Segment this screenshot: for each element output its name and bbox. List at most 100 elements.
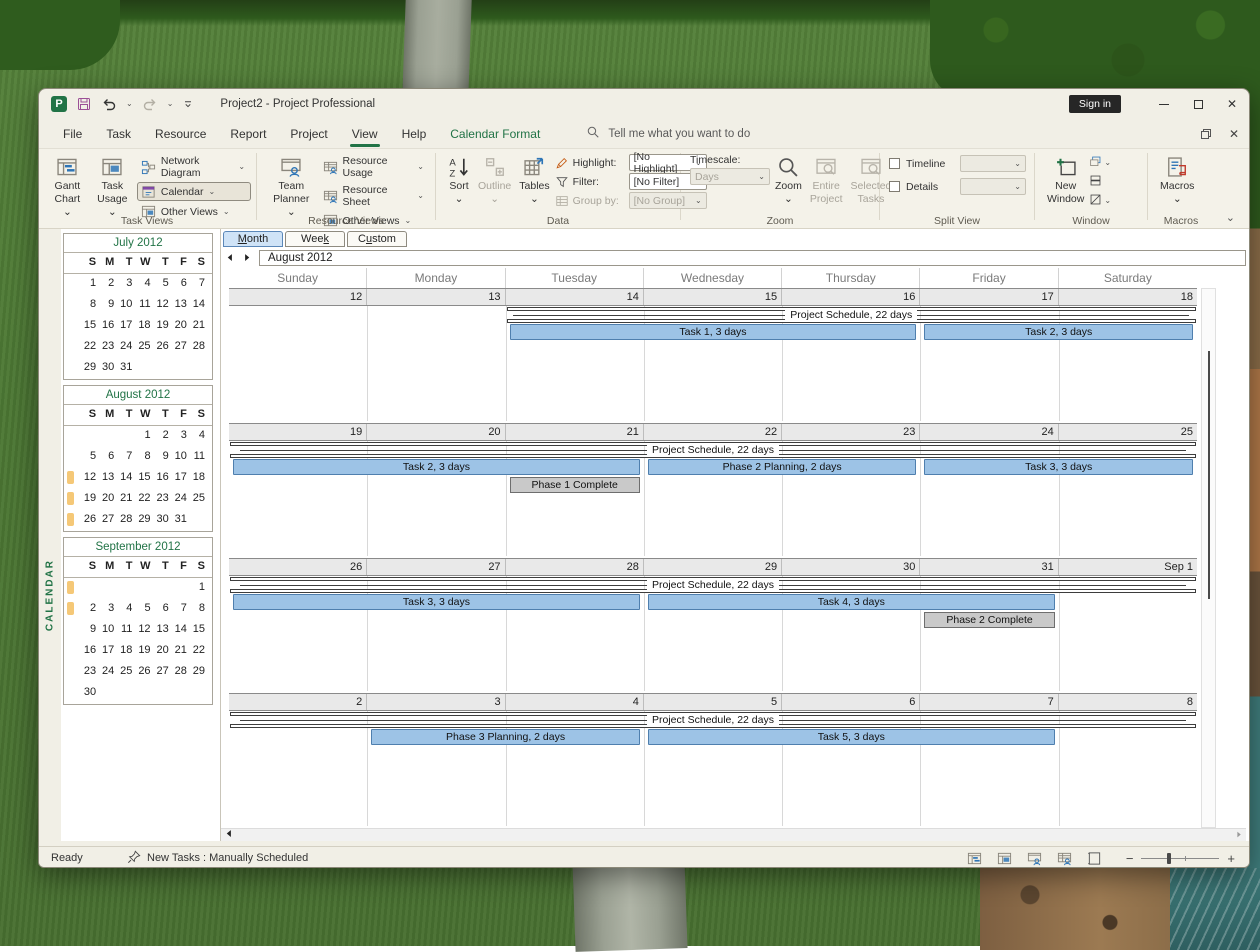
mini-calendar-day[interactable]: 7 xyxy=(114,447,132,466)
sheet-view-button[interactable] xyxy=(1050,851,1080,866)
mini-calendar-day[interactable]: 21 xyxy=(169,641,187,660)
switch-windows-icon[interactable] xyxy=(1089,155,1102,171)
gantt-view-button[interactable] xyxy=(960,851,990,866)
mini-calendar-day[interactable]: 12 xyxy=(132,620,150,639)
mini-calendar-day[interactable]: 30 xyxy=(151,510,169,529)
milestone-bar-phase-2-complete[interactable]: Phase 2 Complete xyxy=(924,612,1054,628)
mini-calendar-day[interactable]: 2 xyxy=(151,426,169,445)
resource-usage-button[interactable]: Resource Usage⌄ xyxy=(319,153,430,181)
zoom-slider-thumb[interactable] xyxy=(1167,853,1171,864)
mini-calendar-day[interactable]: 26 xyxy=(132,662,150,681)
mini-calendar-day[interactable]: 28 xyxy=(114,510,132,529)
menu-tab-help[interactable]: Help xyxy=(390,119,439,149)
mini-calendar-day[interactable]: 21 xyxy=(114,489,132,508)
summary-bar-project-schedule-22-days[interactable]: Project Schedule, 22 days xyxy=(230,577,1196,593)
zoom-button[interactable]: Zoom⌄ xyxy=(772,152,805,208)
scope-tab-month[interactable]: Month xyxy=(223,231,283,247)
mini-calendar-day[interactable]: 20 xyxy=(151,641,169,660)
mini-calendar-day[interactable]: 2 xyxy=(78,599,96,618)
mini-calendar-day[interactable]: 14 xyxy=(114,468,132,487)
mini-calendar-day[interactable]: 12 xyxy=(151,295,169,314)
next-month-button[interactable] xyxy=(239,250,253,265)
menu-tab-view[interactable]: View xyxy=(340,119,390,149)
task-bar-task-3-3-days[interactable]: Task 3, 3 days xyxy=(233,594,640,610)
redo-dropdown-icon[interactable]: ⌄ xyxy=(167,100,174,108)
network-diagram-button[interactable]: Network Diagram⌄ xyxy=(137,153,251,181)
previous-month-button[interactable] xyxy=(223,250,237,265)
mini-calendar-day[interactable]: 29 xyxy=(132,510,150,529)
minimize-button[interactable] xyxy=(1147,89,1181,119)
scroll-right-icon[interactable] xyxy=(1234,828,1243,842)
usage-view-button[interactable] xyxy=(990,851,1020,866)
mini-calendar-day[interactable]: 22 xyxy=(78,337,96,356)
sort-button[interactable]: AZSort⌄ xyxy=(445,152,473,208)
mini-calendar-day[interactable]: 15 xyxy=(132,468,150,487)
mini-calendar-day[interactable]: 24 xyxy=(114,337,132,356)
mini-calendar-day[interactable]: 17 xyxy=(114,316,132,335)
mini-calendar-day[interactable]: 26 xyxy=(78,510,96,529)
mini-calendar-day[interactable]: 9 xyxy=(151,447,169,466)
milestone-bar-phase-1-complete[interactable]: Phase 1 Complete xyxy=(510,477,640,493)
undo-dropdown-icon[interactable]: ⌄ xyxy=(126,100,133,108)
mini-calendar-day[interactable]: 5 xyxy=(151,274,169,293)
menu-tab-project[interactable]: Project xyxy=(278,119,339,149)
mini-calendar-day[interactable]: 14 xyxy=(169,620,187,639)
mini-calendar-day[interactable]: 6 xyxy=(151,599,169,618)
close-document-icon[interactable]: ✕ xyxy=(1229,128,1239,140)
mini-calendar-day[interactable]: 23 xyxy=(96,337,114,356)
mini-calendar-day[interactable]: 13 xyxy=(96,468,114,487)
mini-calendar-day[interactable]: 6 xyxy=(169,274,187,293)
mini-calendar-day[interactable]: 31 xyxy=(114,358,132,377)
vertical-scrollbar[interactable] xyxy=(1201,288,1216,828)
mini-calendar-day[interactable]: 31 xyxy=(169,510,187,529)
mini-calendar-day[interactable]: 12 xyxy=(78,468,96,487)
hide-window-icon[interactable] xyxy=(1089,193,1102,209)
menu-tab-resource[interactable]: Resource xyxy=(143,119,218,149)
zoom-slider[interactable]: − + xyxy=(1126,852,1235,865)
resource-sheet-button[interactable]: Resource Sheet⌄ xyxy=(319,182,430,210)
arrange-all-icon[interactable] xyxy=(1089,174,1102,190)
task-usage-button[interactable]: TaskUsage ⌄ xyxy=(90,152,135,221)
task-bar-task-5-3-days[interactable]: Task 5, 3 days xyxy=(648,729,1055,745)
summary-bar-project-schedule-22-days[interactable]: Project Schedule, 22 days xyxy=(230,712,1196,728)
mini-calendar-day[interactable]: 27 xyxy=(151,662,169,681)
mini-calendar-day[interactable]: 20 xyxy=(169,316,187,335)
menu-tab-task[interactable]: Task xyxy=(94,119,143,149)
mini-calendar-day[interactable]: 1 xyxy=(132,426,150,445)
mini-calendar-day[interactable]: 30 xyxy=(78,683,96,702)
mini-calendar-day[interactable]: 26 xyxy=(151,337,169,356)
mini-calendar-day[interactable]: 24 xyxy=(169,489,187,508)
team-planner-button[interactable]: TeamPlanner ⌄ xyxy=(266,152,317,221)
redo-button[interactable] xyxy=(142,96,158,112)
mini-calendar-day[interactable]: 28 xyxy=(169,662,187,681)
menu-tab-calendar-format[interactable]: Calendar Format xyxy=(438,119,552,149)
new-tasks-mode-button[interactable]: New Tasks : Manually Scheduled xyxy=(127,850,308,867)
mini-calendar-day[interactable]: 10 xyxy=(114,295,132,314)
mini-calendar-day[interactable]: 8 xyxy=(78,295,96,314)
horizontal-scrollbar[interactable] xyxy=(221,828,1246,841)
mini-calendar-day[interactable]: 23 xyxy=(151,489,169,508)
calendar-button[interactable]: Calendar⌄ xyxy=(137,182,251,201)
mini-calendar-day[interactable]: 4 xyxy=(187,426,205,445)
mini-calendar-day[interactable]: 17 xyxy=(169,468,187,487)
mini-calendar-day[interactable]: 27 xyxy=(96,510,114,529)
mini-calendar-day[interactable]: 5 xyxy=(132,599,150,618)
new-window-button[interactable]: NewWindow xyxy=(1044,152,1087,208)
summary-bar-project-schedule-22-days[interactable]: Project Schedule, 22 days xyxy=(230,442,1196,458)
mini-calendar-day[interactable]: 18 xyxy=(187,468,205,487)
mini-calendar-day[interactable]: 22 xyxy=(187,641,205,660)
mini-calendar-day[interactable]: 10 xyxy=(169,447,187,466)
macros-button[interactable]: Macros⌄ xyxy=(1157,152,1197,208)
mini-calendar-day[interactable]: 9 xyxy=(96,295,114,314)
mini-calendar-day[interactable]: 20 xyxy=(96,489,114,508)
mini-calendar-day[interactable]: 9 xyxy=(78,620,96,639)
zoom-out-icon[interactable]: − xyxy=(1126,852,1134,865)
mini-calendar-day[interactable]: 7 xyxy=(187,274,205,293)
mini-calendar-day[interactable]: 1 xyxy=(78,274,96,293)
summary-bar-project-schedule-22-days[interactable]: Project Schedule, 22 days xyxy=(507,307,1196,323)
mini-calendar-day[interactable]: 16 xyxy=(96,316,114,335)
mini-calendar-day[interactable]: 13 xyxy=(151,620,169,639)
gantt-chart-button[interactable]: GanttChart ⌄ xyxy=(47,152,88,221)
mini-calendar-day[interactable]: 25 xyxy=(132,337,150,356)
mini-calendar-day[interactable]: 16 xyxy=(78,641,96,660)
